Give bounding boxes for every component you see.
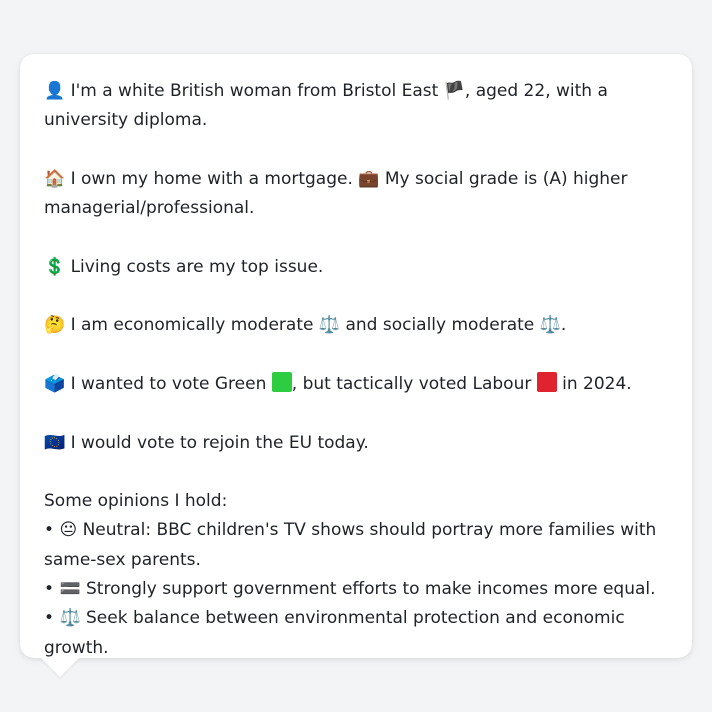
- list-item: • 🟰 Strongly support government efforts …: [44, 575, 668, 604]
- opinions-heading: Some opinions I hold:: [44, 491, 228, 512]
- bullet: •: [44, 520, 55, 541]
- bullet: •: [44, 608, 55, 629]
- scales-icon: ⚖️: [539, 315, 561, 336]
- ideology-text-b: and socially moderate: [340, 315, 540, 336]
- person-icon: 👤: [44, 81, 66, 101]
- eu-paragraph: 🇪🇺 I would vote to rejoin the EU today.: [44, 429, 668, 458]
- scales-icon: ⚖️: [318, 315, 341, 336]
- red-square-icon: [536, 371, 557, 392]
- dollar-icon: 💲: [44, 256, 66, 277]
- vote-text-c: in 2024.: [556, 373, 632, 394]
- identity-paragraph: 👤 I'm a white British woman from Bristol…: [44, 77, 668, 136]
- ideology-text-c: .: [560, 315, 567, 336]
- ideology-text-a: I am economically moderate: [65, 315, 319, 336]
- england-flag-icon: 🏴: [443, 81, 465, 101]
- eu-flag-icon: 🇪🇺: [44, 432, 66, 453]
- scales-icon: ⚖️: [59, 608, 81, 629]
- issue-text: Living costs are my top issue.: [65, 256, 324, 277]
- briefcase-icon: 💼: [358, 168, 380, 189]
- vote-text-a: I wanted to vote Green: [65, 373, 272, 394]
- opinion-text: Seek balance between environmental prote…: [44, 608, 625, 658]
- equals-icon: 🟰: [59, 579, 81, 600]
- vote-paragraph: 🗳️ I wanted to vote Green , but tactical…: [44, 370, 668, 399]
- bullet: •: [44, 579, 55, 600]
- housing-paragraph: 🏠 I own my home with a mortgage. 💼 My so…: [44, 165, 668, 224]
- thinking-face-icon: 🤔: [44, 315, 66, 336]
- eu-text: I would vote to rejoin the EU today.: [65, 432, 369, 453]
- opinion-text: Neutral: BBC children's TV shows should …: [44, 520, 657, 570]
- opinion-text: Strongly support government efforts to m…: [80, 579, 656, 600]
- ballot-box-icon: 🗳️: [44, 373, 66, 394]
- ideology-paragraph: 🤔 I am economically moderate ⚖️ and soci…: [44, 311, 668, 340]
- vote-text-b: , but tactically voted Labour: [291, 373, 537, 394]
- opinions-section: Some opinions I hold: • 😐 Neutral: BBC ch…: [44, 487, 668, 663]
- green-square-icon: [271, 371, 292, 392]
- housing-text-a: I own my home with a mortgage.: [65, 168, 359, 189]
- identity-text-a: I'm a white British woman from Bristol E…: [65, 81, 444, 101]
- house-icon: 🏠: [44, 168, 66, 189]
- neutral-face-icon: 😐: [59, 520, 78, 541]
- issue-paragraph: 💲 Living costs are my top issue.: [44, 253, 668, 282]
- bubble-tail: [40, 657, 80, 677]
- list-item: • ⚖️ Seek balance between environmental …: [44, 604, 668, 663]
- list-item: • 😐 Neutral: BBC children's TV shows sho…: [44, 516, 668, 575]
- persona-card: 👤 I'm a white British woman from Bristol…: [20, 54, 692, 658]
